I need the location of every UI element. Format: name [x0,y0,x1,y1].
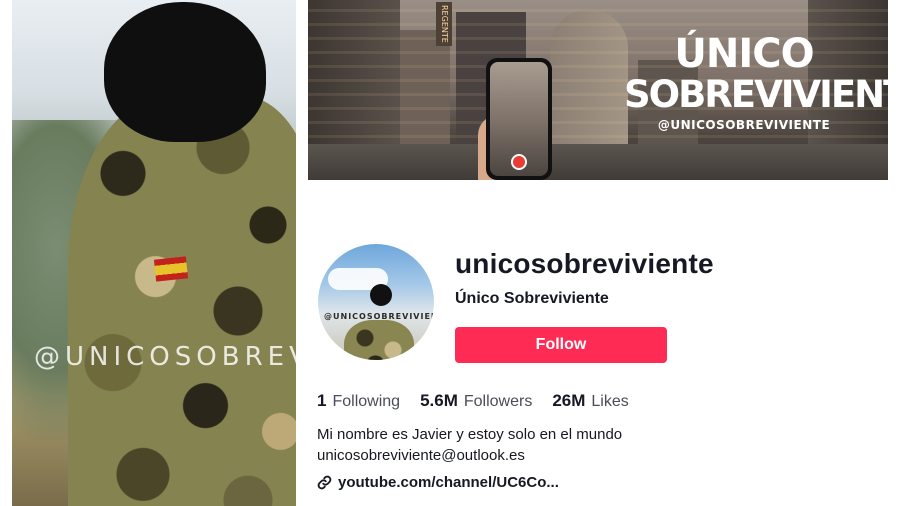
phone-screen [490,62,548,176]
brand-logo: ÚNICO SOBREVIVIENTE @UNICOSOBREVIVIENTE [624,31,888,132]
avatar-watermark: @UNICOSOBREVIVIENTE [324,312,434,321]
black-beanie [104,2,266,142]
follow-button[interactable]: Follow [455,327,667,363]
avatar-beanie [370,284,392,306]
spain-flag-patch [153,256,189,282]
street-sign: REGENTE [436,2,452,46]
username: unicosobreviviente [455,248,714,279]
avatar[interactable]: @UNICOSOBREVIVIENTE [318,244,434,360]
following-count: 1 [317,391,327,410]
followers-stat[interactable]: 5.6M Followers [420,391,532,411]
channel-banner: REGENTE ÚNICO SOBREVIVIENTE @UNICOSOBREV… [308,0,888,180]
link-icon [317,475,332,490]
following-stat[interactable]: 1 Following [317,391,400,411]
profile-photo-large: @UNICOSOBREVIVIENTE [12,0,296,506]
display-name: Único Sobreviviente [455,290,609,307]
brand-line-1: ÚNICO [674,31,814,77]
street [308,144,888,180]
brand-line-2: SOBREVIVIENTE [624,73,888,116]
photo-watermark: @UNICOSOBREVIVIENTE [34,342,296,372]
profile-stats: 1 Following 5.6M Followers 26M Likes [317,391,629,411]
bio-email: unicosobreviviente@outlook.es [317,447,525,464]
camouflage-jacket [68,96,296,506]
bio-text: Mi nombre es Javier y estoy solo en el m… [317,426,623,443]
following-label: Following [332,393,401,410]
followers-count: 5.6M [420,391,458,410]
record-button-icon [513,156,525,168]
profile-link[interactable]: youtube.com/channel/UC6Co... [317,474,559,491]
likes-label: Likes [591,393,629,410]
likes-stat: 26M Likes [552,391,628,411]
avatar-jacket [344,320,414,360]
followers-label: Followers [463,393,533,410]
likes-count: 26M [552,391,586,410]
link-text: youtube.com/channel/UC6Co... [338,474,559,491]
phone-image [486,58,552,180]
brand-handle: @UNICOSOBREVIVIENTE [657,118,831,132]
